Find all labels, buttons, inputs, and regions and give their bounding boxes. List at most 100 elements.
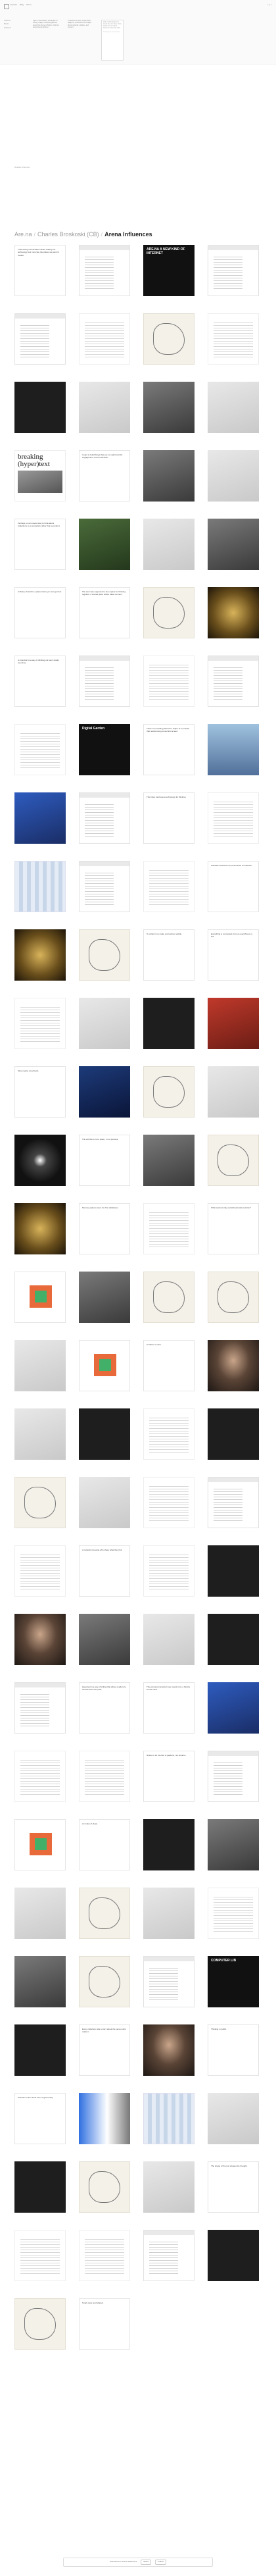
block-text[interactable]: Everything is connected, but not everyth…: [208, 929, 259, 983]
block-frame[interactable]: [143, 313, 195, 365]
block-frame[interactable]: [208, 2093, 259, 2144]
block-web[interactable]: [14, 1682, 66, 1736]
block-light[interactable]: [143, 1888, 195, 1941]
block-sketch[interactable]: [79, 2161, 130, 2215]
block-light[interactable]: [14, 1888, 66, 1941]
block-frame[interactable]: [79, 656, 130, 707]
block-frame[interactable]: [14, 1819, 66, 1870]
block-frame[interactable]: I want to build things that are not opti…: [79, 450, 130, 502]
block-frame[interactable]: [79, 245, 130, 296]
block-poster[interactable]: COMPUTER LIB: [208, 1956, 259, 2009]
block-frame[interactable]: [14, 1272, 66, 1323]
block-frame[interactable]: [79, 2093, 130, 2144]
block-text[interactable]: The shape of the tool shapes the thought…: [208, 2161, 259, 2215]
block-frame[interactable]: Digital Garden: [79, 724, 130, 775]
block-text[interactable]: Perhaps a more useful way to think about…: [14, 519, 66, 572]
block-poster[interactable]: ARE.NA A NEW KIND OF INTERNET: [143, 245, 195, 298]
block-text[interactable]: Every collection tells a story about the…: [79, 2024, 130, 2078]
block-frame[interactable]: [143, 1956, 195, 2007]
block-doc[interactable]: [79, 313, 130, 367]
block-gold[interactable]: [208, 587, 259, 640]
block-frame[interactable]: Small, slow, and shared.: [79, 2298, 130, 2350]
block-web[interactable]: [208, 1751, 259, 1804]
block-frame[interactable]: The index card was a technology for thin…: [143, 792, 195, 844]
block-frame[interactable]: [14, 1340, 66, 1391]
block-sky[interactable]: [208, 724, 259, 777]
block-doc[interactable]: [143, 656, 195, 709]
block-orange[interactable]: [79, 1340, 130, 1393]
block-blue[interactable]: [14, 792, 66, 846]
block-light[interactable]: [79, 1477, 130, 1530]
block-person[interactable]: [14, 1614, 66, 1667]
block-frame[interactable]: [208, 1408, 259, 1460]
block-photo[interactable]: [79, 1272, 130, 1325]
block-doc[interactable]: [14, 724, 66, 777]
block-frame[interactable]: [208, 1477, 259, 1528]
channel-author[interactable]: Charles Broskoski (CB): [37, 231, 99, 238]
block-frame[interactable]: COMPUTER LIB: [208, 1956, 259, 2007]
block-frame[interactable]: [14, 792, 66, 844]
block-frame[interactable]: [208, 724, 259, 775]
block-web[interactable]: [79, 245, 130, 298]
block-dark[interactable]: [208, 1545, 259, 1599]
block-frame[interactable]: The archive is not a place, it is a proc…: [79, 1135, 130, 1186]
block-doc[interactable]: [14, 1545, 66, 1599]
block-frame[interactable]: [143, 2024, 195, 2076]
block-frame[interactable]: [79, 1272, 130, 1323]
block-sketch[interactable]: [208, 1135, 259, 1188]
block-text[interactable]: A library should be a place where you ca…: [14, 587, 66, 640]
block-text[interactable]: There is something about the shape of a …: [143, 724, 195, 777]
block-frame[interactable]: Every collection tells a story about the…: [79, 2024, 130, 2076]
block-sketch[interactable]: [79, 1888, 130, 1941]
popup-card[interactable]: Chan visual things here. Cut at the end,…: [101, 20, 124, 61]
block-frame[interactable]: [143, 1272, 195, 1323]
block-frame[interactable]: [208, 1545, 259, 1597]
block-frame[interactable]: [79, 861, 130, 912]
block-frame[interactable]: [79, 1066, 130, 1118]
block-light[interactable]: [143, 519, 195, 572]
block-frame[interactable]: There is something about the shape of a …: [143, 724, 195, 775]
block-eye[interactable]: [14, 1135, 66, 1188]
block-frame[interactable]: [79, 2161, 130, 2213]
block-frame[interactable]: A library should be a place where you ca…: [14, 587, 66, 638]
block-photo[interactable]: [208, 519, 259, 572]
block-text[interactable]: The index card was a technology for thin…: [143, 792, 195, 846]
block-frame[interactable]: [143, 1408, 195, 1460]
block-frame[interactable]: [14, 1203, 66, 1254]
block-frame[interactable]: [208, 1272, 259, 1323]
block-gradient[interactable]: [79, 2093, 130, 2146]
block-dark[interactable]: [143, 1819, 195, 1872]
block-frame[interactable]: [14, 1888, 66, 1939]
block-frame[interactable]: [208, 2230, 259, 2281]
block-frame[interactable]: [79, 792, 130, 844]
block-frame[interactable]: [79, 1614, 130, 1665]
block-frame[interactable]: Everything is connected, but not everyth…: [208, 929, 259, 981]
block-frame[interactable]: Slow media, small tools.: [14, 1066, 66, 1118]
block-frame[interactable]: [143, 2093, 195, 2144]
block-doc[interactable]: [143, 1477, 195, 1530]
block-photo[interactable]: [143, 382, 195, 435]
nav-link-blog[interactable]: Blog: [20, 3, 24, 6]
block-light[interactable]: [14, 1408, 66, 1462]
block-text[interactable]: What would a truly social bookmark look …: [208, 1203, 259, 1256]
block-frame[interactable]: [79, 382, 130, 433]
block-frame[interactable]: [143, 382, 195, 433]
block-frame[interactable]: [79, 519, 130, 570]
block-web[interactable]: [208, 1477, 259, 1530]
block-photo[interactable]: [143, 450, 195, 503]
block-frame[interactable]: [208, 1066, 259, 1118]
block-frame[interactable]: [208, 1340, 259, 1391]
block-text[interactable]: Thinking in public.: [208, 2024, 259, 2078]
block-text[interactable]: Software should be as personal as a note…: [208, 861, 259, 914]
site-logo[interactable]: [4, 4, 9, 9]
block-light[interactable]: [79, 998, 130, 1051]
footer-text[interactable]: Add blocks to Arena Influences: [110, 2560, 137, 2563]
block-breaking[interactable]: breaking (hyper)text: [14, 450, 66, 503]
block-frame[interactable]: [208, 587, 259, 638]
block-light[interactable]: [143, 1614, 195, 1667]
block-doc[interactable]: [208, 792, 259, 846]
block-frame[interactable]: Attention is the rarest form of generosi…: [14, 2093, 66, 2144]
block-web[interactable]: [14, 313, 66, 367]
block-doc[interactable]: [79, 2230, 130, 2283]
block-frame[interactable]: [143, 1066, 195, 1118]
